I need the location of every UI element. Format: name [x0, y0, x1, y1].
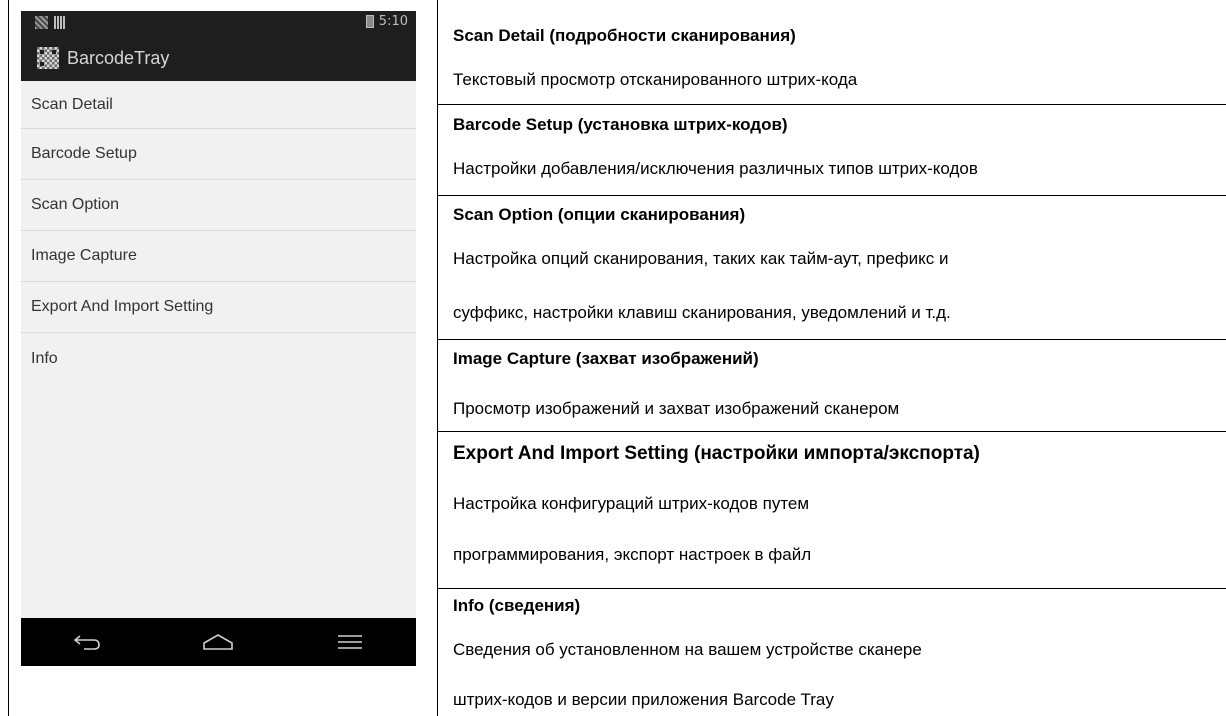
row-divider	[437, 195, 1226, 196]
row-divider	[437, 104, 1226, 105]
barcode-notification-icon	[54, 16, 66, 29]
section-heading: Scan Detail (подробности сканирования)	[453, 26, 796, 45]
section-description: штрих-кодов и версии приложения Barcode …	[453, 690, 834, 709]
row-divider	[437, 339, 1226, 340]
section-heading: Scan Option (опции сканирования)	[453, 205, 746, 224]
app-title: BarcodeTray	[67, 47, 170, 68]
row-divider	[437, 588, 1226, 589]
section-description: Настройки добавления/исключения различны…	[453, 159, 978, 178]
phone-screenshot-cell: 5:10 BarcodeTray Scan Detail Barcode Set…	[8, 0, 438, 716]
section-description: Настройка конфигураций штрих-кодов путем	[453, 494, 810, 513]
section-description: Просмотр изображений и захват изображени…	[453, 399, 900, 418]
section-description: программирования, экспорт настроек в фай…	[453, 545, 812, 564]
section-heading: Barcode Setup (установка штрих-кодов)	[453, 115, 788, 134]
description-table: Scan Detail (подробности сканирования) Т…	[437, 0, 1226, 716]
menu-item-scan-detail[interactable]: Scan Detail	[21, 81, 416, 129]
section-heading: Image Capture (захват изображений)	[453, 349, 759, 368]
app-bar: BarcodeTray	[21, 35, 416, 81]
navigation-bar	[21, 618, 416, 666]
section-description: Сведения об установленном на вашем устро…	[453, 640, 922, 659]
back-button[interactable]	[57, 622, 117, 662]
notification-icon	[35, 16, 48, 29]
menu-item-scan-option[interactable]: Scan Option	[21, 180, 416, 231]
menu-item-image-capture[interactable]: Image Capture	[21, 231, 416, 282]
home-button[interactable]	[188, 622, 248, 662]
section-heading: Export And Import Setting (настройки имп…	[453, 443, 980, 464]
phone-screen: 5:10 BarcodeTray Scan Detail Barcode Set…	[21, 11, 416, 666]
home-icon	[203, 634, 234, 650]
navigation-menu: Scan Detail Barcode Setup Scan Option Im…	[21, 81, 416, 384]
section-description: суффикс, настройки клавиш сканирования, …	[453, 303, 951, 322]
status-time: 5:10	[378, 14, 408, 29]
back-icon	[73, 635, 100, 650]
section-description: Текстовый просмотр отсканированного штри…	[453, 70, 858, 89]
menu-button[interactable]	[320, 622, 380, 662]
section-description: Настройка опций сканирования, таких как …	[453, 249, 949, 268]
status-bar: 5:10	[21, 11, 416, 35]
menu-icon	[338, 635, 363, 649]
menu-item-info[interactable]: Info	[21, 333, 416, 384]
row-divider	[437, 431, 1226, 432]
battery-icon	[365, 15, 374, 28]
qr-code-icon	[37, 47, 59, 69]
menu-item-export-import-setting[interactable]: Export And Import Setting	[21, 282, 416, 333]
menu-item-barcode-setup[interactable]: Barcode Setup	[21, 129, 416, 180]
section-heading: Info (сведения)	[453, 596, 581, 615]
